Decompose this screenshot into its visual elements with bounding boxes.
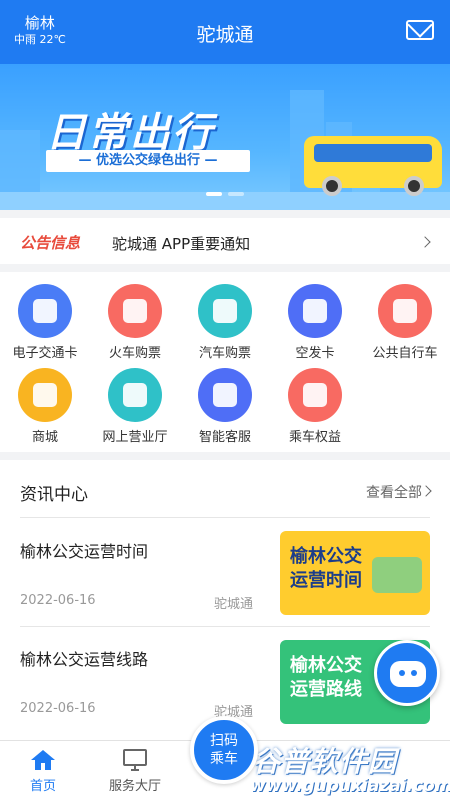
- service-label: 智能客服: [198, 430, 251, 445]
- tab-home[interactable]: 首页: [3, 749, 83, 794]
- chevron-right-icon: [419, 236, 431, 248]
- thumbnail-text: 榆林公交运营路线: [290, 655, 362, 700]
- service-label: 电子交通卡: [12, 346, 78, 361]
- banner-subtitle: — 优选公交绿色出行 —: [46, 150, 250, 172]
- tab-label: 首页: [29, 779, 56, 794]
- promo-banner[interactable]: 日常出行 — 优选公交绿色出行 —: [0, 64, 450, 210]
- assistant-robot-button[interactable]: [374, 640, 440, 706]
- service-label: 乘车权益: [288, 430, 341, 445]
- news-item-title: 榆林公交运营时间: [20, 542, 149, 561]
- news-center: 资讯中心 查看全部 榆林公交运营时间 2022-06-16 驼城通 榆林公交运营…: [0, 460, 450, 740]
- service-label: 火车购票: [108, 346, 161, 361]
- carousel-dot[interactable]: [228, 192, 244, 196]
- divider: [20, 626, 430, 627]
- top-bar: 榆林 中雨 22℃ 驼城通: [0, 0, 450, 64]
- service-online-hall[interactable]: 网上营业厅: [90, 368, 180, 445]
- service-blank-card[interactable]: 空发卡: [270, 284, 360, 361]
- carousel-indicator: [0, 181, 450, 200]
- service-public-bicycle[interactable]: 公共自行车: [360, 284, 450, 361]
- service-mall[interactable]: 商城: [0, 368, 90, 445]
- watermark-text: 谷普软件园: [252, 745, 398, 778]
- service-label: 汽车购票: [198, 346, 251, 361]
- chevron-right-icon: [420, 485, 432, 497]
- notice-bar[interactable]: 公告信息 驼城通 APP重要通知: [0, 218, 450, 264]
- scan-label-line2: 乘车: [210, 751, 238, 767]
- news-item-date: 2022-06-16: [20, 593, 96, 608]
- monitor-icon: [122, 749, 148, 771]
- tab-service-hall[interactable]: 服务大厅: [95, 749, 175, 794]
- card-icon: [288, 284, 342, 338]
- service-train-ticket[interactable]: 火车购票: [90, 284, 180, 361]
- train-icon: [108, 284, 162, 338]
- service-label: 公共自行车: [372, 346, 438, 361]
- scan-to-ride-button[interactable]: 扫码 乘车: [190, 716, 258, 784]
- tab-label: 服务大厅: [108, 779, 161, 794]
- carousel-dot[interactable]: [206, 192, 222, 196]
- scan-label-line1: 扫码: [210, 733, 238, 749]
- thumbnail-text: 榆林公交运营时间: [290, 546, 362, 591]
- service-smart-support[interactable]: 智能客服: [180, 368, 270, 445]
- app-title: 驼城通: [196, 24, 254, 46]
- service-bus-ticket[interactable]: 汽车购票: [180, 284, 270, 361]
- store-icon: [108, 368, 162, 422]
- service-label: 商城: [31, 430, 58, 445]
- robot-icon: [390, 661, 426, 687]
- divider: [20, 517, 430, 518]
- shopping-bag-icon: [18, 368, 72, 422]
- news-thumbnail: 榆林公交运营时间: [280, 531, 430, 615]
- home-icon: [30, 749, 56, 771]
- service-ride-benefits[interactable]: 乘车权益: [270, 368, 360, 445]
- service-electronic-card[interactable]: 电子交通卡: [0, 284, 90, 361]
- service-label: 空发卡: [295, 346, 335, 361]
- diamond-icon: [288, 368, 342, 422]
- service-grid: 电子交通卡 火车购票 汽车购票 空发卡 公共自行车 商城 网上营业厅 智能客服 …: [0, 272, 450, 452]
- notice-tag: 公告信息: [20, 234, 81, 252]
- view-all-link[interactable]: 查看全部: [366, 482, 422, 502]
- news-item-source: 驼城通: [214, 597, 254, 612]
- qr-card-icon: [18, 284, 72, 338]
- bus-icon: [198, 284, 252, 338]
- news-item-title: 榆林公交运营线路: [20, 650, 149, 669]
- news-section-title: 资讯中心: [20, 485, 88, 505]
- news-item-date: 2022-06-16: [20, 701, 96, 716]
- service-label: 网上营业厅: [102, 430, 168, 445]
- watermark: 谷普软件园 www.gupuxiazai.com: [248, 738, 450, 800]
- bicycle-icon: [378, 284, 432, 338]
- robot-icon: [198, 368, 252, 422]
- notice-text: 驼城通 APP重要通知: [112, 235, 251, 253]
- mail-icon[interactable]: [406, 20, 434, 40]
- watermark-url: www.gupuxiazai.com: [250, 776, 450, 796]
